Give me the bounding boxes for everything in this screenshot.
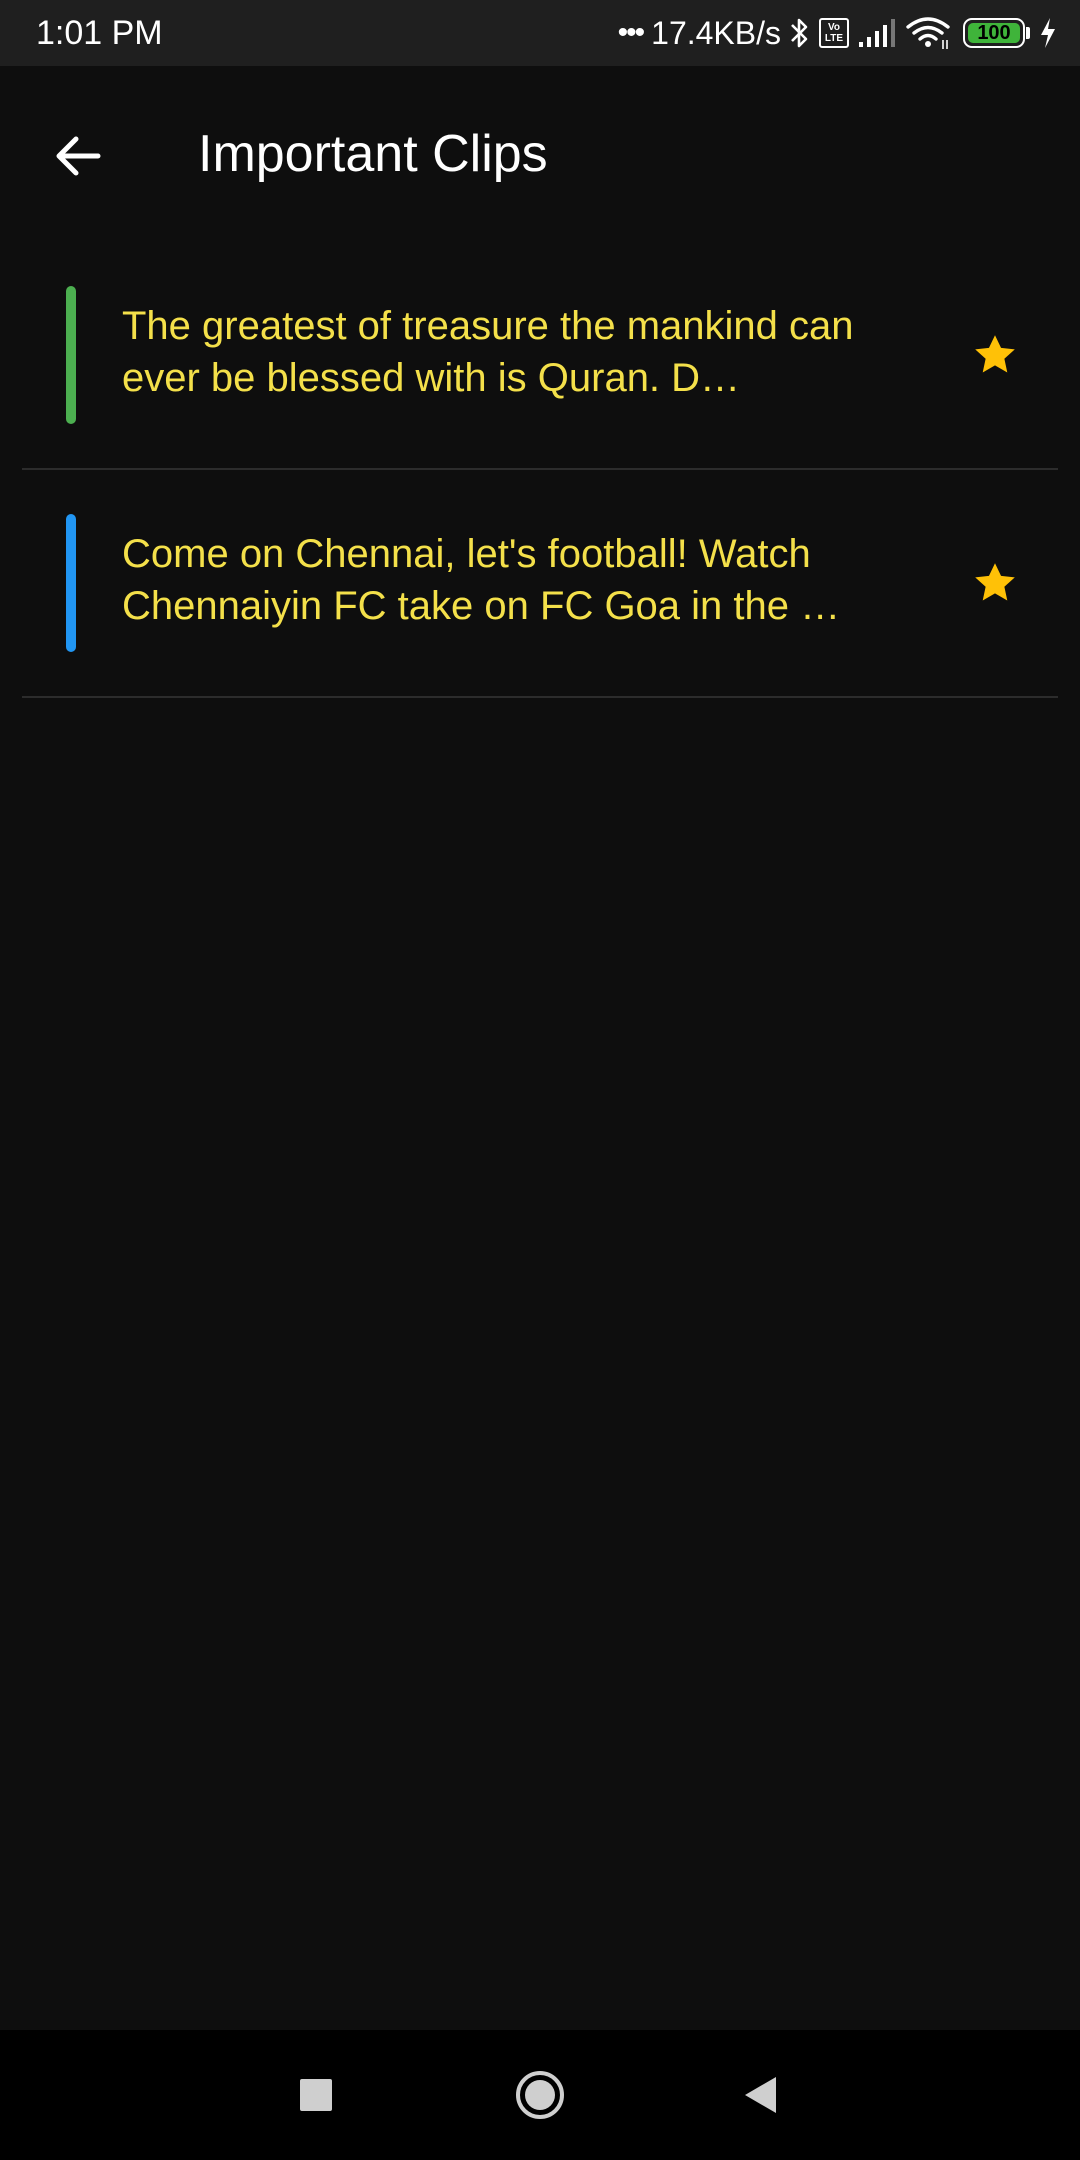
- home-button[interactable]: [510, 2065, 570, 2125]
- notification-dots: •••: [617, 16, 645, 49]
- clip-item[interactable]: Come on Chennai, let's football! Watch C…: [22, 470, 1058, 698]
- back-button[interactable]: [38, 116, 118, 196]
- recents-square-icon: [300, 2079, 332, 2111]
- volte-bottom-label: LTE: [824, 33, 844, 44]
- clip-text: Come on Chennai, let's football! Watch C…: [122, 532, 841, 628]
- page-title: Important Clips: [198, 125, 548, 183]
- system-back-button[interactable]: [730, 2065, 790, 2125]
- wifi-icon: [905, 16, 951, 50]
- volte-top-label: Vo: [827, 22, 841, 33]
- navigation-bar: [0, 2030, 1080, 2160]
- clip-color-bar: [66, 514, 76, 652]
- home-circle-icon: [516, 2071, 564, 2119]
- charging-icon: [1038, 17, 1058, 49]
- star-icon: [975, 563, 1015, 601]
- clip-item[interactable]: The greatest of treasure the mankind can…: [22, 242, 1058, 470]
- status-icons: ••• 17.4KB/s Vo LTE 100: [618, 10, 1058, 56]
- network-speed: 17.4KB/s: [651, 15, 781, 51]
- recents-button[interactable]: [286, 2065, 346, 2125]
- battery-icon: 100: [959, 18, 1030, 48]
- back-triangle-icon: [745, 2077, 776, 2113]
- battery-level: 100: [977, 21, 1011, 44]
- star-button[interactable]: [960, 320, 1030, 390]
- volte-icon: Vo LTE: [819, 18, 849, 48]
- star-icon: [975, 335, 1015, 373]
- star-button[interactable]: [960, 548, 1030, 618]
- arrow-left-icon: [56, 136, 101, 176]
- status-bar: 1:01 PM ••• 17.4KB/s Vo LTE 100: [0, 0, 1080, 66]
- status-time: 1:01 PM: [36, 14, 163, 52]
- bluetooth-icon: [789, 16, 811, 50]
- clip-text: The greatest of treasure the mankind can…: [122, 304, 854, 400]
- clip-list: The greatest of treasure the mankind can…: [22, 242, 1058, 698]
- clip-color-bar: [66, 286, 76, 424]
- app-bar: Important Clips: [0, 66, 1080, 226]
- signal-icon: [857, 18, 897, 48]
